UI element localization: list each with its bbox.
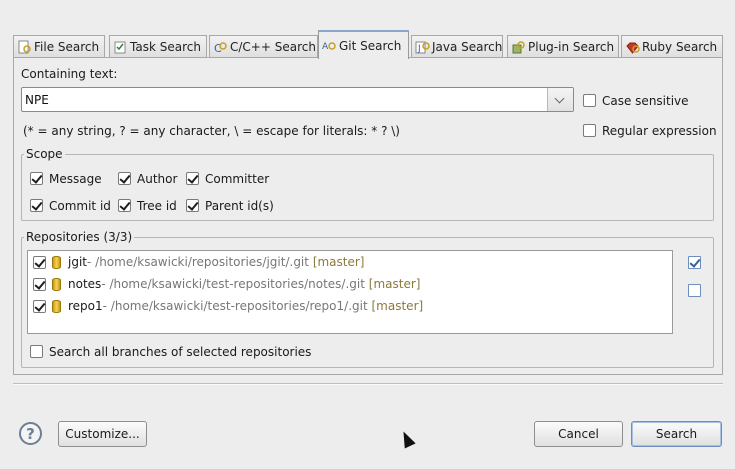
tab-label: Java Search [432,40,503,54]
scope-title: Scope [24,147,65,161]
repo-checkbox[interactable] [33,299,46,313]
repo-branch: [master] [371,299,424,313]
repo-path: - /home/ksawicki/repositories/jgit/.git [87,255,309,269]
chevron-down-icon[interactable] [547,88,573,111]
regular-expression-checkbox[interactable] [583,124,596,137]
list-item[interactable]: jgit - /home/ksawicki/repositories/jgit/… [28,252,365,272]
scope-commit-id-checkbox[interactable] [30,199,43,212]
scope-commit-id-label: Commit id [49,199,111,213]
case-sensitive-checkbox[interactable] [583,94,596,107]
file-search-icon [17,40,32,55]
scope-message-checkbox[interactable] [30,172,43,185]
wildcard-hint: (* = any string, ? = any character, \ = … [23,124,400,138]
repositories-title: Repositories (3/3) [24,230,135,244]
list-item[interactable]: repo1 - /home/ksawicki/test-repositories… [28,296,423,316]
case-sensitive-label: Case sensitive [602,94,689,108]
containing-text-combo[interactable] [21,87,574,112]
repo-name: jgit [68,255,87,269]
tab-label: C/C++ Search [230,40,316,54]
tab-file-search[interactable]: File Search [13,35,105,58]
tab-label: Git Search [339,38,402,53]
tab-cpp-search[interactable]: C C/C++ Search [209,35,318,58]
repo-branch: [master] [312,255,365,269]
scope-message-label: Message [49,172,102,186]
tab-label: Plug-in Search [528,40,615,54]
scope-author-label: Author [137,172,178,186]
help-icon[interactable]: ? [19,422,42,445]
dialog-separator [13,383,723,385]
scope-committer-checkbox[interactable] [186,172,199,185]
deselect-all-icon[interactable] [688,284,701,297]
tab-label: Task Search [130,40,201,54]
scope-tree-id-label: Tree id [137,199,177,213]
containing-text-label: Containing text: [21,67,118,81]
search-all-branches-label: Search all branches of selected reposito… [49,345,312,359]
repo-branch: [master] [368,277,421,291]
tab-plugin-search[interactable]: Plug-in Search [507,35,619,58]
repo-name: notes [68,277,102,291]
repository-icon [52,277,61,291]
tab-git-search[interactable]: A Git Search [318,30,409,59]
search-all-branches-checkbox[interactable] [30,345,43,358]
svg-text:A: A [322,42,329,52]
tab-label: Ruby Search [642,40,718,54]
scope-parent-ids-checkbox[interactable] [186,199,199,212]
list-item[interactable]: notes - /home/ksawicki/test-repositories… [28,274,420,294]
tab-java-search[interactable]: J Java Search [411,35,503,58]
scope-committer-label: Committer [205,172,270,186]
repo-checkbox[interactable] [33,277,46,291]
containing-text-input[interactable] [23,89,547,110]
repository-icon [52,255,61,269]
select-all-icon[interactable] [688,256,701,269]
tab-label: File Search [34,40,100,54]
ruby-search-icon [625,40,640,55]
mouse-cursor-icon [398,428,416,449]
regular-expression-label: Regular expression [602,124,717,138]
repo-path: - /home/ksawicki/test-repositories/notes… [101,277,365,291]
cpp-search-icon: C [213,40,228,55]
svg-text:J: J [417,44,421,54]
repo-name: repo1 [68,299,103,313]
customize-button[interactable]: Customize... [58,421,147,447]
repositories-list[interactable]: jgit - /home/ksawicki/repositories/jgit/… [27,250,673,334]
tab-task-search[interactable]: Task Search [109,35,207,58]
tab-ruby-search[interactable]: Ruby Search [621,35,723,58]
search-button[interactable]: Search [631,421,722,447]
task-search-icon [113,40,128,55]
scope-parent-ids-label: Parent id(s) [205,199,274,213]
search-tab-bar: File Search Task Search C C/C++ Search A… [13,30,723,59]
git-search-icon: A [322,38,337,53]
repository-icon [52,299,61,313]
repo-checkbox[interactable] [33,255,46,269]
cancel-button[interactable]: Cancel [534,421,623,447]
java-search-icon: J [415,40,430,55]
repo-path: - /home/ksawicki/test-repositories/repo1… [102,299,368,313]
plugin-search-icon [511,40,526,55]
scope-author-checkbox[interactable] [118,172,131,185]
scope-tree-id-checkbox[interactable] [118,199,131,212]
